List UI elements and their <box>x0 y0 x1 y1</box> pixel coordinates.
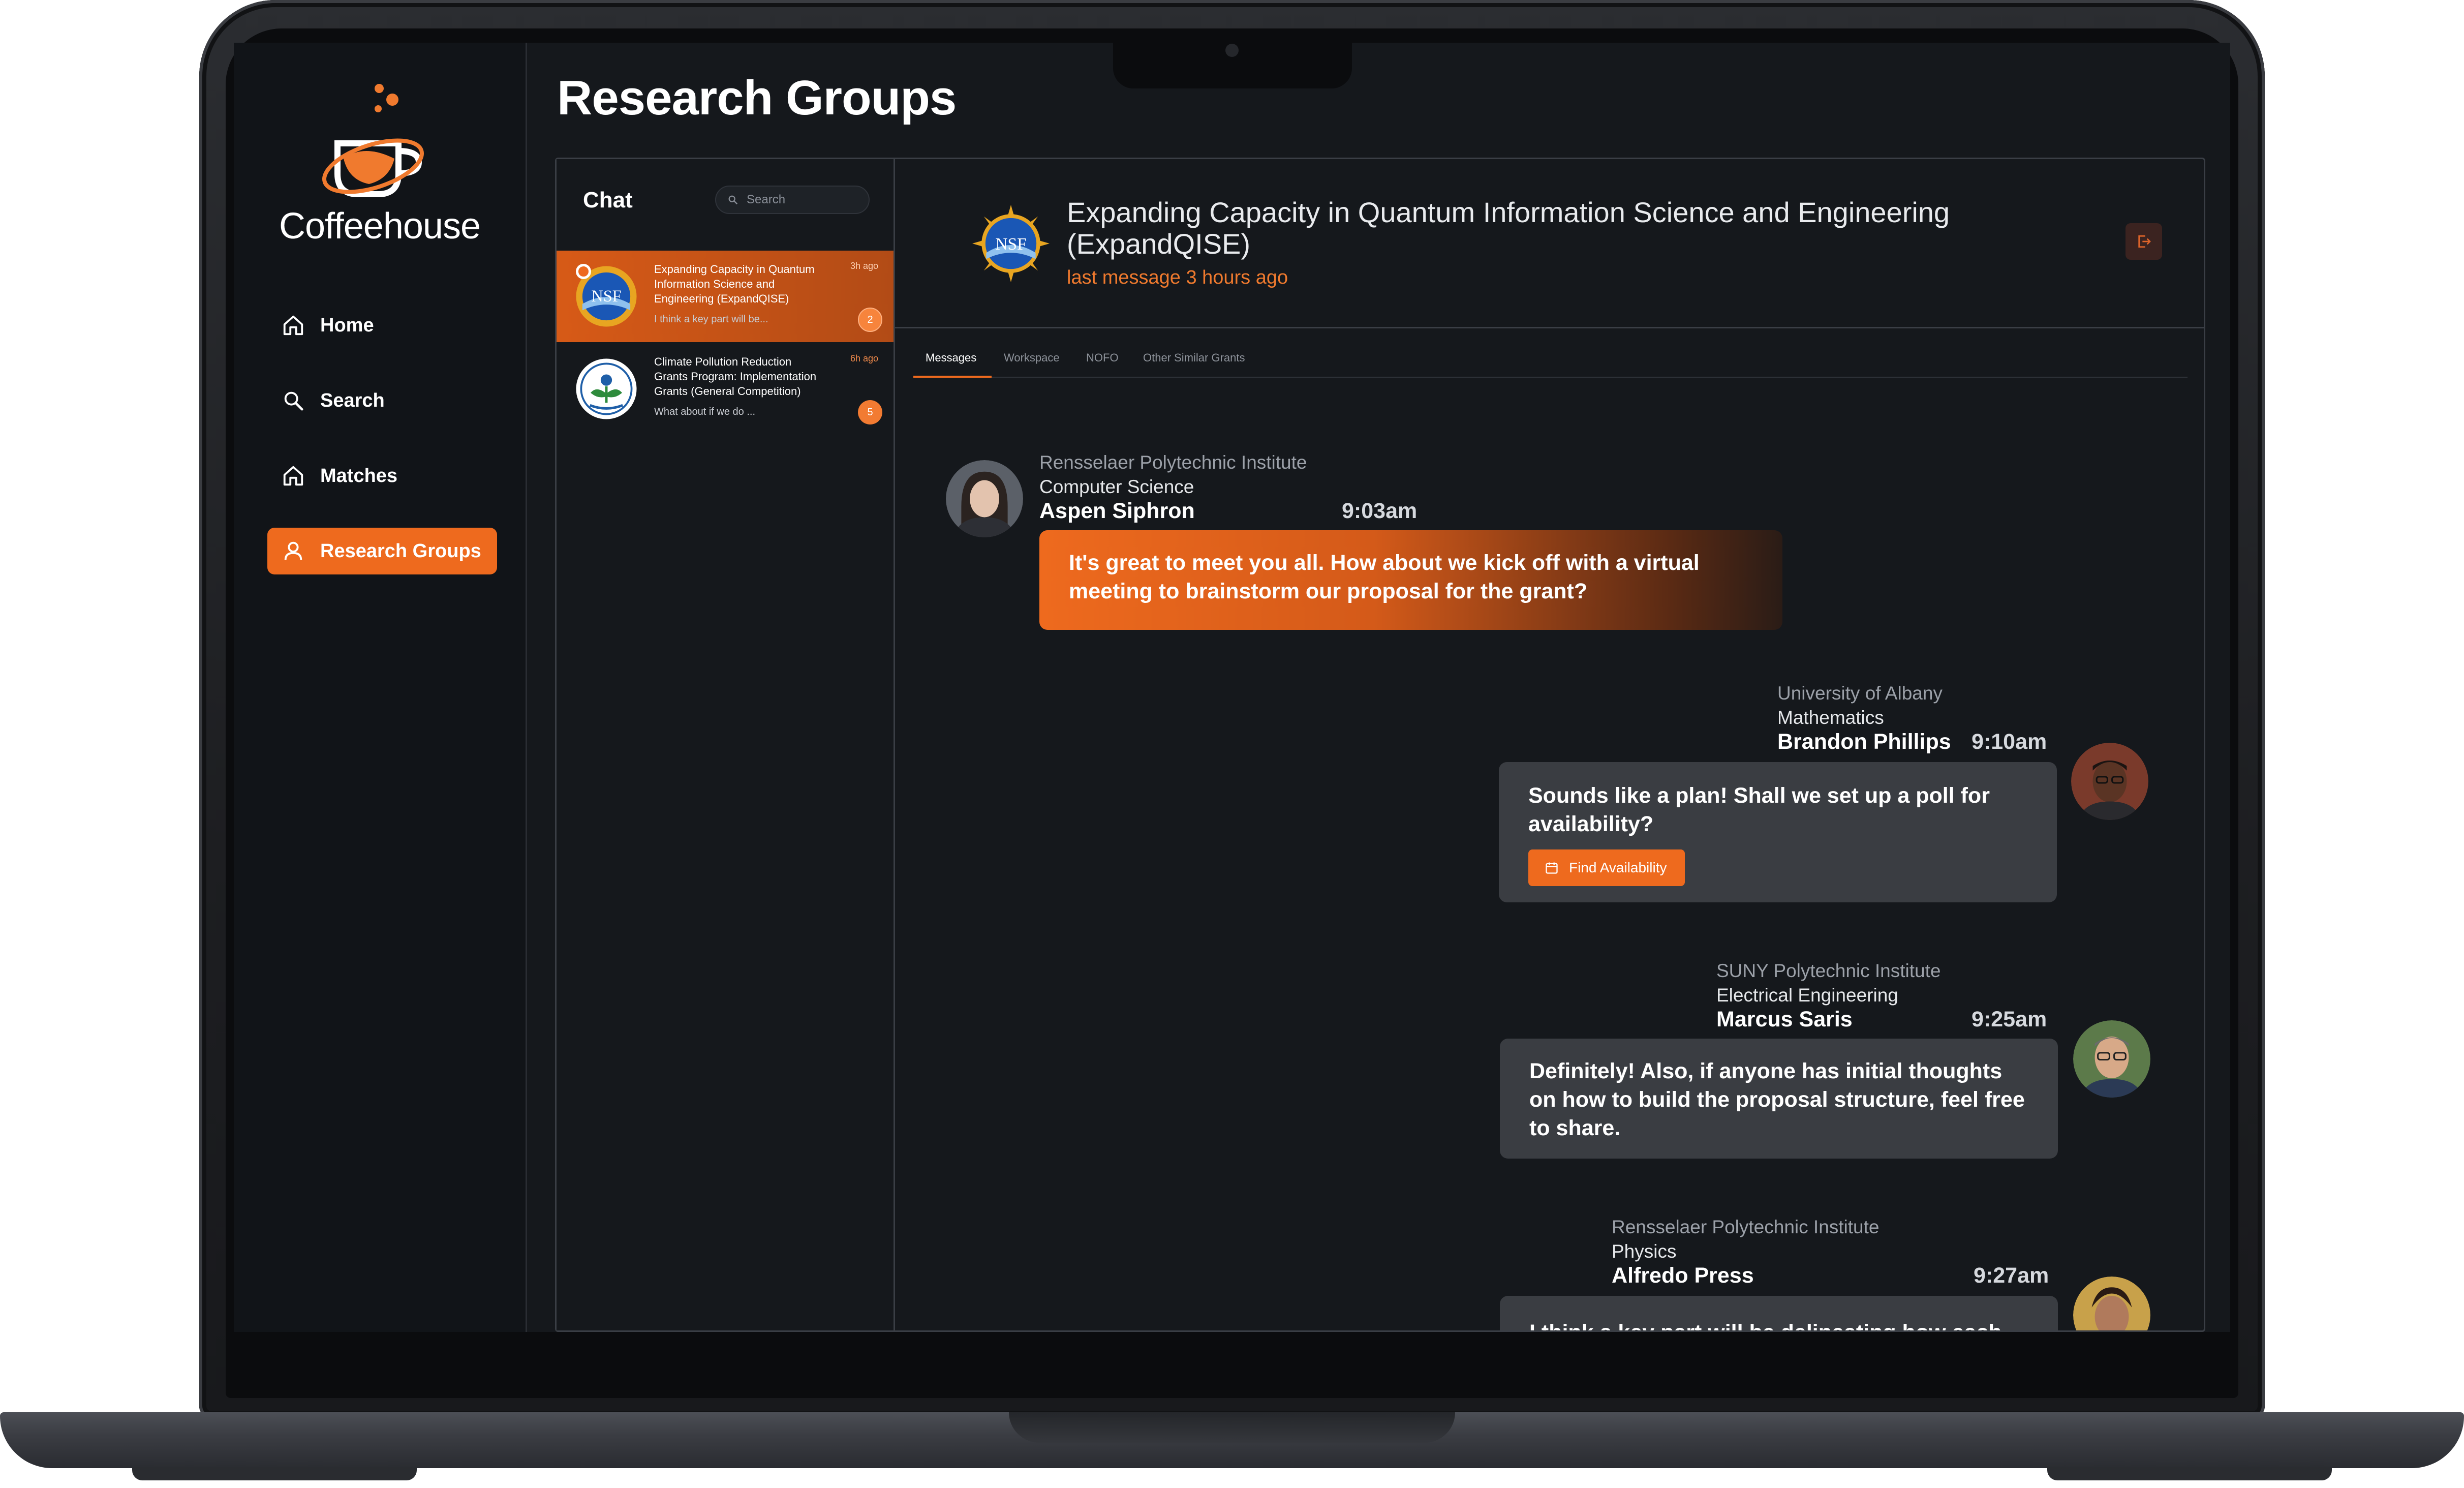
epa-logo-icon <box>576 358 637 419</box>
chat-item-title: Expanding Capacity in Quantum Informatio… <box>654 263 815 305</box>
nav-research-groups[interactable]: Research Groups <box>267 528 497 574</box>
laptop-foot <box>2047 1467 2332 1480</box>
find-availability-button[interactable]: Find Availability <box>1528 849 1685 886</box>
home-icon <box>283 315 303 336</box>
chat-list: Chat Search NSF Expanding Capacity in Qu… <box>557 159 895 1330</box>
nav-research-groups-label: Research Groups <box>320 540 481 562</box>
find-availability-label: Find Availability <box>1569 860 1667 875</box>
status-indicator <box>576 264 591 279</box>
active-tab-indicator <box>913 376 992 378</box>
sender-organization: Rensselaer Polytechnic Institute <box>1039 452 1307 473</box>
avatar <box>2071 743 2148 820</box>
brand-name: Coffeehouse <box>279 206 481 247</box>
sender-organization: University of Albany <box>1777 683 1943 704</box>
sender-organization: Rensselaer Polytechnic Institute <box>1612 1217 1880 1237</box>
chat-item-time: 3h ago <box>850 261 878 271</box>
unread-badge: 5 <box>858 400 882 424</box>
leave-group-button[interactable] <box>2126 223 2162 260</box>
conversation-tabs: Messages Workspace NOFO Other Similar Gr… <box>913 347 2188 378</box>
conversation-pane: NSF Expanding Capacity in Quantum Inform… <box>895 159 2204 1330</box>
message-bubble: It's great to meet you all. How about we… <box>1039 530 1782 630</box>
chat-item-time: 6h ago <box>850 353 878 363</box>
app-screen: Coffeehouse Home Search Matches Research… <box>234 43 2230 1332</box>
tab-nofo[interactable]: NOFO <box>1086 351 1119 365</box>
svg-text:NSF: NSF <box>995 235 1026 254</box>
avatar <box>2073 1277 2150 1330</box>
unread-badge: 2 <box>858 308 882 332</box>
camera-icon <box>1225 44 1239 57</box>
sender-name: Brandon Phillips <box>1777 730 1951 754</box>
nav-home[interactable]: Home <box>267 302 497 349</box>
sidebar: Coffeehouse Home Search Matches Research… <box>234 43 527 1332</box>
chat-search-input[interactable]: Search <box>715 186 870 214</box>
chat-list-item[interactable]: Climate Pollution Reduction Grants Progr… <box>557 343 894 435</box>
search-icon <box>284 391 303 411</box>
conversation-header: NSF Expanding Capacity in Quantum Inform… <box>895 159 2204 328</box>
search-icon <box>728 195 738 205</box>
message-time: 9:27am <box>1974 1263 2049 1288</box>
message-time: 9:25am <box>1972 1007 2047 1031</box>
avatar <box>946 460 1023 537</box>
chat-panel: Chat Search NSF Expanding Capacity in Qu… <box>555 158 2205 1332</box>
nsf-logo-icon: NSF <box>972 205 1050 282</box>
nav-search-label: Search <box>320 389 385 411</box>
laptop-opening-lip <box>1009 1412 1455 1443</box>
message-bubble: Sounds like a plan! Shall we set up a po… <box>1499 762 2057 902</box>
message-bubble: I think a key part will be delineating h… <box>1500 1296 2058 1330</box>
laptop-foot <box>132 1467 417 1480</box>
camera-notch <box>1113 28 1352 88</box>
sender-organization: SUNY Polytechnic Institute <box>1716 960 1941 981</box>
conversation-last-message: last message 3 hours ago <box>1067 267 1288 288</box>
sender-name: Alfredo Press <box>1612 1263 1754 1288</box>
sender-department: Electrical Engineering <box>1716 985 1898 1006</box>
avatar <box>2073 1020 2150 1098</box>
sender-department: Computer Science <box>1039 476 1194 497</box>
sender-department: Mathematics <box>1777 707 1884 728</box>
nav-matches[interactable]: Matches <box>267 452 497 499</box>
tab-messages[interactable]: Messages <box>926 351 976 365</box>
sender-name: Marcus Saris <box>1716 1007 1853 1031</box>
tab-other-similar-grants[interactable]: Other Similar Grants <box>1143 351 1245 365</box>
chat-search-placeholder: Search <box>747 193 786 206</box>
chat-list-item[interactable]: NSF Expanding Capacity in Quantum Inform… <box>557 251 894 342</box>
calendar-icon <box>1546 862 1558 874</box>
home-icon <box>283 466 303 486</box>
conversation-title: Expanding Capacity in Quantum Informatio… <box>1067 196 1950 260</box>
exit-icon <box>2138 235 2151 248</box>
chat-item-preview: What about if we do ... <box>654 406 755 417</box>
user-icon <box>284 541 302 560</box>
nav-home-label: Home <box>320 314 374 336</box>
page-title: Research Groups <box>557 71 957 125</box>
sender-name: Aspen Siphron <box>1039 499 1195 523</box>
chat-item-preview: I think a key part will be... <box>654 314 768 325</box>
tab-workspace[interactable]: Workspace <box>1004 351 1060 365</box>
chat-list-title: Chat <box>583 188 633 212</box>
svg-text:NSF: NSF <box>591 287 621 305</box>
sender-department: Physics <box>1612 1241 1677 1262</box>
nav-search[interactable]: Search <box>267 377 497 424</box>
message-text: Sounds like a plan! Shall we set up a po… <box>1528 783 1990 836</box>
message-time: 9:03am <box>1342 499 1418 523</box>
nav-matches-label: Matches <box>320 465 398 487</box>
message-bubble: Definitely! Also, if anyone has initial … <box>1500 1039 2058 1159</box>
message-time: 9:10am <box>1972 730 2047 754</box>
chat-item-title: Climate Pollution Reduction Grants Progr… <box>654 355 817 398</box>
